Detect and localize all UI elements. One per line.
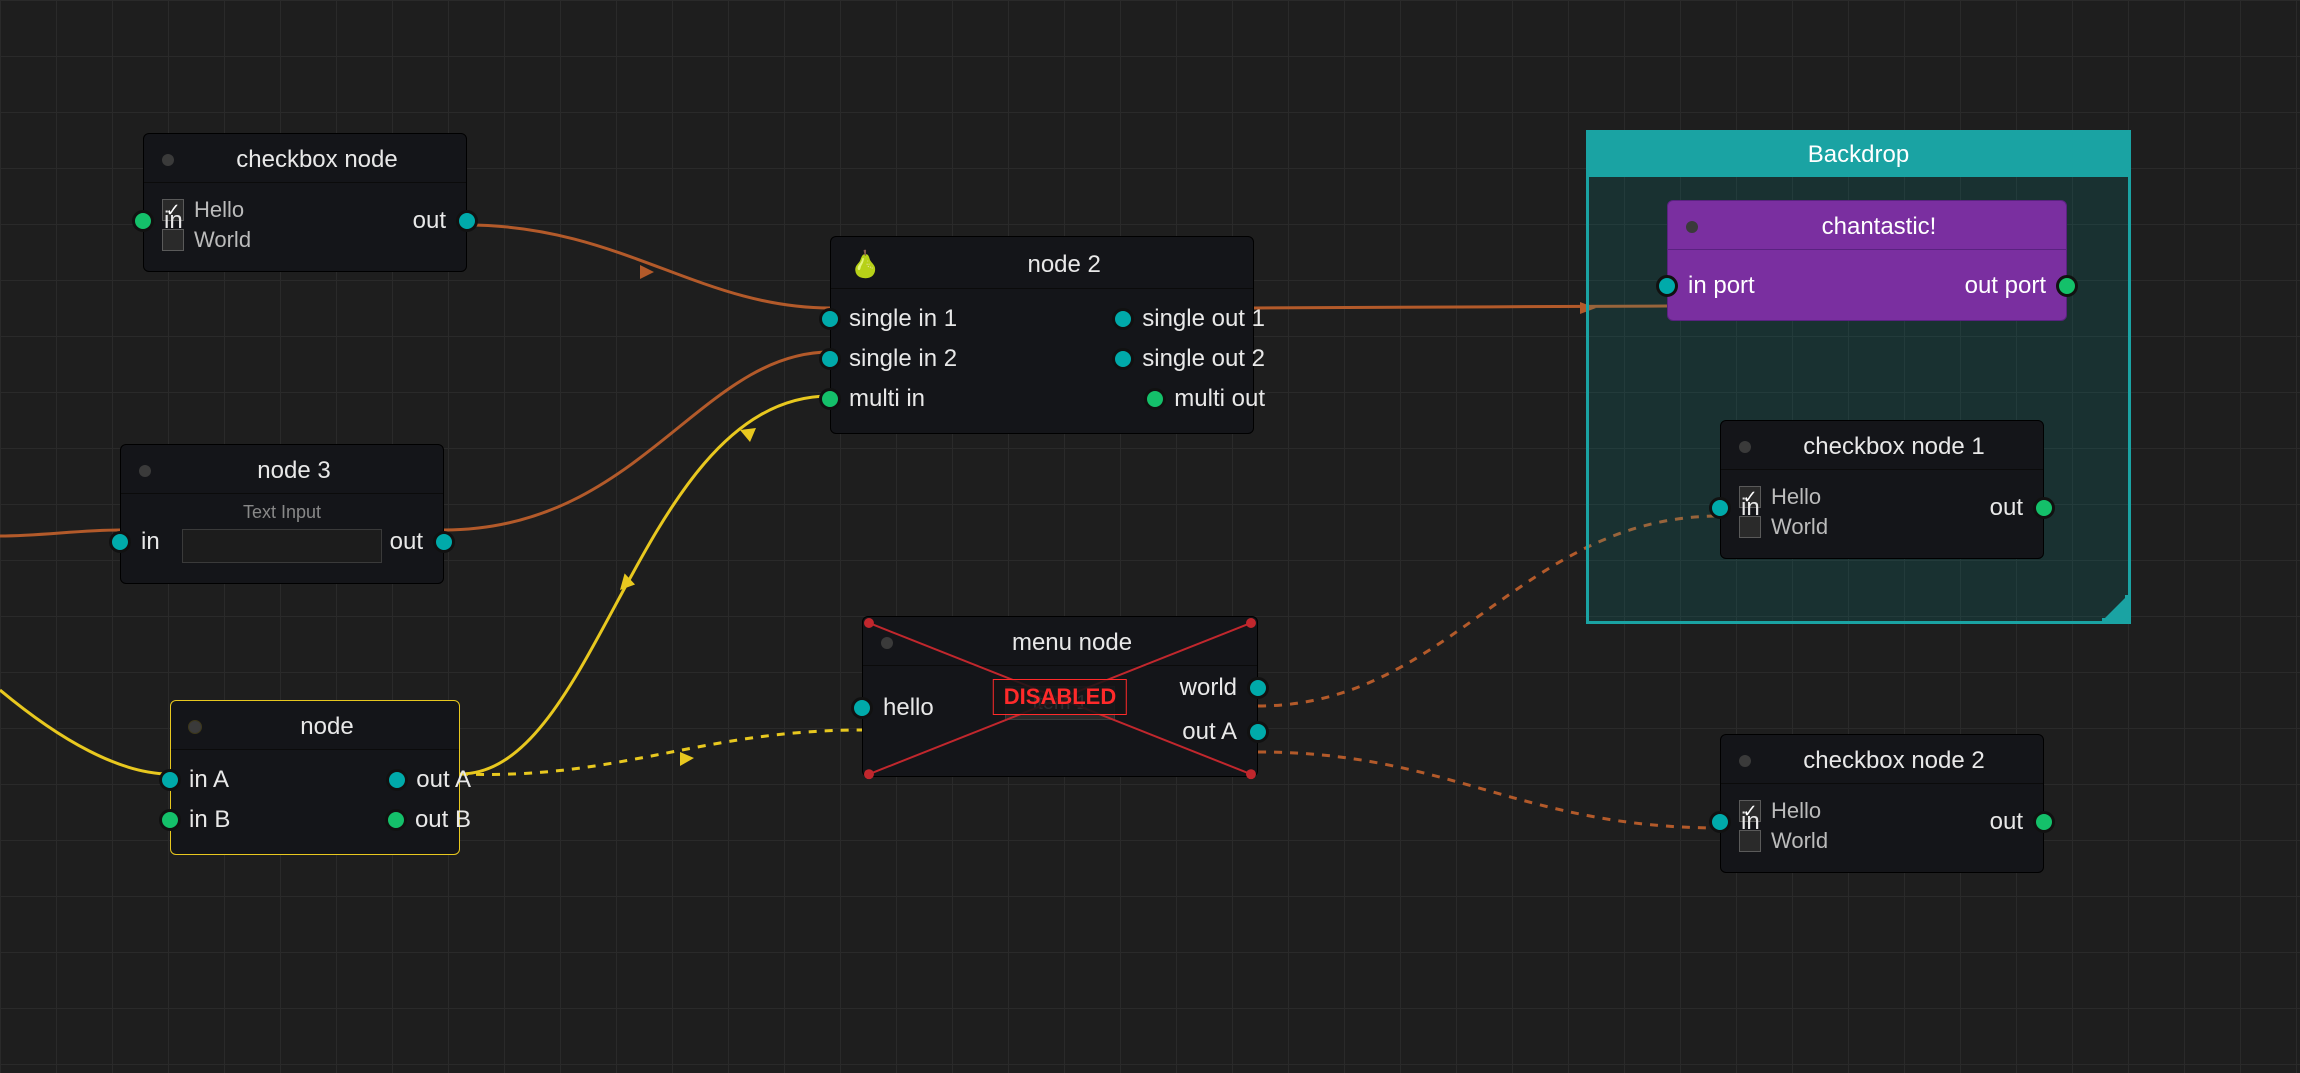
port-label: out B <box>415 806 471 834</box>
port-label: single in 1 <box>849 305 957 333</box>
port-label: in <box>1741 808 1760 836</box>
checkbox-label: Hello <box>194 197 244 223</box>
port-label: single out 2 <box>1142 345 1265 373</box>
node-checkbox-1[interactable]: checkbox node 1 ✓Hello World in out <box>1720 420 2044 559</box>
port-single-in-1[interactable]: single in 1 <box>819 305 957 333</box>
port-label: multi out <box>1174 385 1265 413</box>
port-label: single out 1 <box>1142 305 1265 333</box>
checkbox-option[interactable]: World <box>1739 514 2025 540</box>
port-label: out <box>390 528 423 556</box>
node-status-dot <box>881 637 893 649</box>
node-3[interactable]: node 3 Text Input in out <box>120 444 444 584</box>
node-status-dot <box>1686 221 1698 233</box>
checkbox-label: Hello <box>1771 484 1821 510</box>
port-label: hello <box>883 694 934 722</box>
port-label: multi in <box>849 385 925 413</box>
port-label: in B <box>189 806 230 834</box>
node-menu[interactable]: menu node item 1 hello world out A DISAB… <box>862 616 1258 777</box>
backdrop-title: Backdrop <box>1589 133 2128 177</box>
checkbox-option[interactable]: ✓Hello <box>162 197 448 223</box>
checkbox-option[interactable]: World <box>162 227 448 253</box>
port-multi-out[interactable]: multi out <box>1144 385 1265 413</box>
port-in-port[interactable]: in port <box>1656 272 1755 300</box>
node-checkbox-2[interactable]: checkbox node 2 ✓Hello World in out <box>1720 734 2044 873</box>
port-label: in A <box>189 766 229 794</box>
checkbox-option[interactable]: World <box>1739 828 2025 854</box>
port-label: out <box>1990 494 2023 522</box>
node-chantastic[interactable]: chantastic! in port out port <box>1667 200 2067 321</box>
port-label: in <box>164 207 183 235</box>
node-title: chantastic! <box>1710 213 2048 241</box>
port-out-a[interactable]: out A <box>1182 718 1269 746</box>
port-in-a[interactable]: in A <box>159 766 229 794</box>
checkbox-option[interactable]: ✓Hello <box>1739 484 2025 510</box>
checkbox-option[interactable]: ✓Hello <box>1739 798 2025 824</box>
port-label: out <box>1990 808 2023 836</box>
port-label: out A <box>1182 718 1237 746</box>
node-title: checkbox node 1 <box>1763 433 2025 461</box>
port-out-port[interactable]: out port <box>1965 272 2078 300</box>
node-status-dot <box>1739 755 1751 767</box>
port-single-in-2[interactable]: single in 2 <box>819 345 957 373</box>
port-in[interactable]: in <box>132 207 183 235</box>
node-status-dot <box>189 721 201 733</box>
port-out-a[interactable]: out A <box>386 766 471 794</box>
pear-icon: 🍐 <box>849 249 881 280</box>
port-single-out-1[interactable]: single out 1 <box>1112 305 1265 333</box>
checkbox-label: World <box>194 227 251 253</box>
checkbox-label: World <box>1771 514 1828 540</box>
node-checkbox[interactable]: checkbox node ✓Hello World in out <box>143 133 467 272</box>
disabled-badge: DISABLED <box>993 679 1127 715</box>
backdrop-resize-handle[interactable] <box>2102 595 2128 621</box>
node-generic[interactable]: node in A out A in B out B <box>170 700 460 855</box>
port-multi-in[interactable]: multi in <box>819 385 925 413</box>
node-2[interactable]: 🍐 node 2 single in 1 single out 1 single… <box>830 236 1254 434</box>
port-label: out A <box>416 766 471 794</box>
node-title: menu node <box>905 629 1239 657</box>
checkbox-label: World <box>1771 828 1828 854</box>
port-label: in port <box>1688 272 1755 300</box>
node-status-dot <box>139 465 151 477</box>
node-title: node 2 <box>893 251 1235 279</box>
port-label: in <box>1741 494 1760 522</box>
port-in[interactable]: in <box>1709 808 1760 836</box>
port-label: single in 2 <box>849 345 957 373</box>
port-label: world <box>1180 674 1237 702</box>
node-status-dot <box>1739 441 1751 453</box>
checkbox-label: Hello <box>1771 798 1821 824</box>
node-title: node <box>213 713 441 741</box>
port-label: in <box>141 528 160 556</box>
node-status-dot <box>162 154 174 166</box>
port-world[interactable]: world <box>1180 674 1269 702</box>
port-in-b[interactable]: in B <box>159 806 230 834</box>
node-title: node 3 <box>163 457 425 485</box>
node-title: checkbox node 2 <box>1763 747 2025 775</box>
port-out[interactable]: out <box>413 207 478 235</box>
port-hello[interactable]: hello <box>851 694 934 722</box>
port-in[interactable]: in <box>1709 494 1760 522</box>
port-label: out <box>413 207 446 235</box>
port-label: out port <box>1965 272 2046 300</box>
port-out[interactable]: out <box>1990 808 2055 836</box>
port-single-out-2[interactable]: single out 2 <box>1112 345 1265 373</box>
field-label: Text Input <box>139 502 425 523</box>
node-title: checkbox node <box>186 146 448 174</box>
port-in[interactable]: in <box>109 528 160 556</box>
port-out-b[interactable]: out B <box>385 806 471 834</box>
port-out[interactable]: out <box>1990 494 2055 522</box>
text-input[interactable] <box>182 529 382 563</box>
port-out[interactable]: out <box>390 528 455 556</box>
